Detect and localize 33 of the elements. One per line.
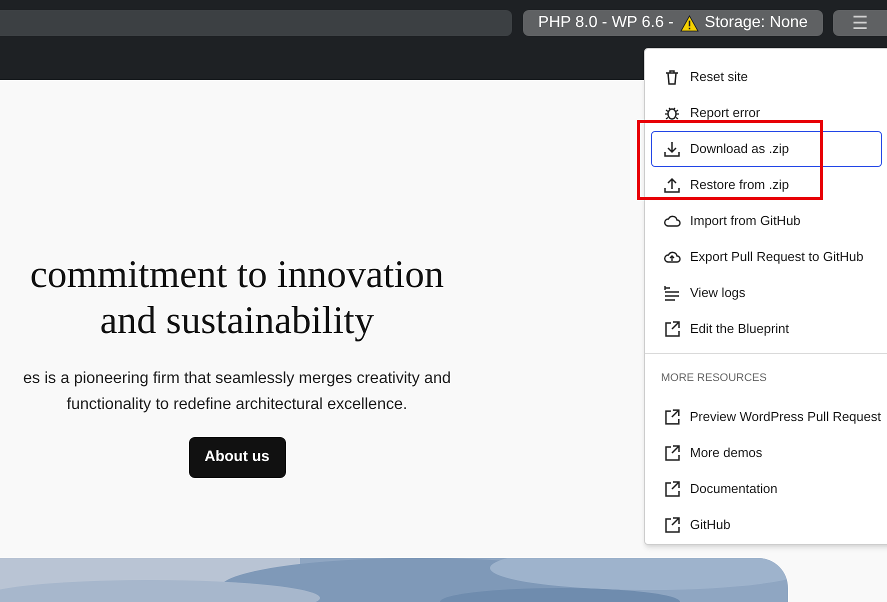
hero-text: es is a pioneering firm that seamlessly merges creativity and [23,369,451,389]
warning-icon [680,14,699,32]
menu-item[interactable]: View logs [651,275,882,311]
upload-icon [663,176,681,194]
external-link-icon [663,444,681,462]
environment-badge[interactable]: PHP 8.0 - WP 6.6 - Storage: None [523,10,823,36]
hero-heading: commitment to innovation [30,252,444,298]
address-bar[interactable] [0,10,512,36]
menu-item[interactable]: Restore from .zip [651,167,882,203]
menu-item[interactable]: Edit the Blueprint [651,311,882,347]
hero-text: functionality to redefine architectural excellence. [66,395,408,415]
menu-button[interactable]: ☰ [833,10,887,36]
section-title: MORE RESOURCES [660,371,768,386]
external-link-icon [663,408,681,426]
menu-item[interactable]: More demos [651,434,882,470]
menu-item[interactable]: GitHub [651,506,882,542]
download-icon [663,140,681,158]
about-us-button[interactable]: About us [188,437,286,478]
menu-item[interactable]: Export Pull Request to GitHub [651,239,882,275]
menu-item[interactable]: Documentation [651,470,882,506]
hero-heading: and sustainability [100,298,374,344]
list-icon [663,284,681,302]
menu-item[interactable]: Reset site [651,59,882,95]
menu-item[interactable]: Import from GitHub [651,203,882,239]
trash-icon [663,68,681,86]
external-link-icon [663,516,681,534]
external-link-icon [663,480,681,498]
environment-text: PHP 8.0 - WP 6.6 - [538,13,674,33]
menu-item[interactable]: Preview WordPress Pull Request [651,398,882,434]
menu-item[interactable]: Download as .zip [651,131,882,167]
storage-text: Storage: None [704,13,808,33]
menu-item[interactable]: Report error [651,95,882,131]
external-link-icon [663,320,681,338]
